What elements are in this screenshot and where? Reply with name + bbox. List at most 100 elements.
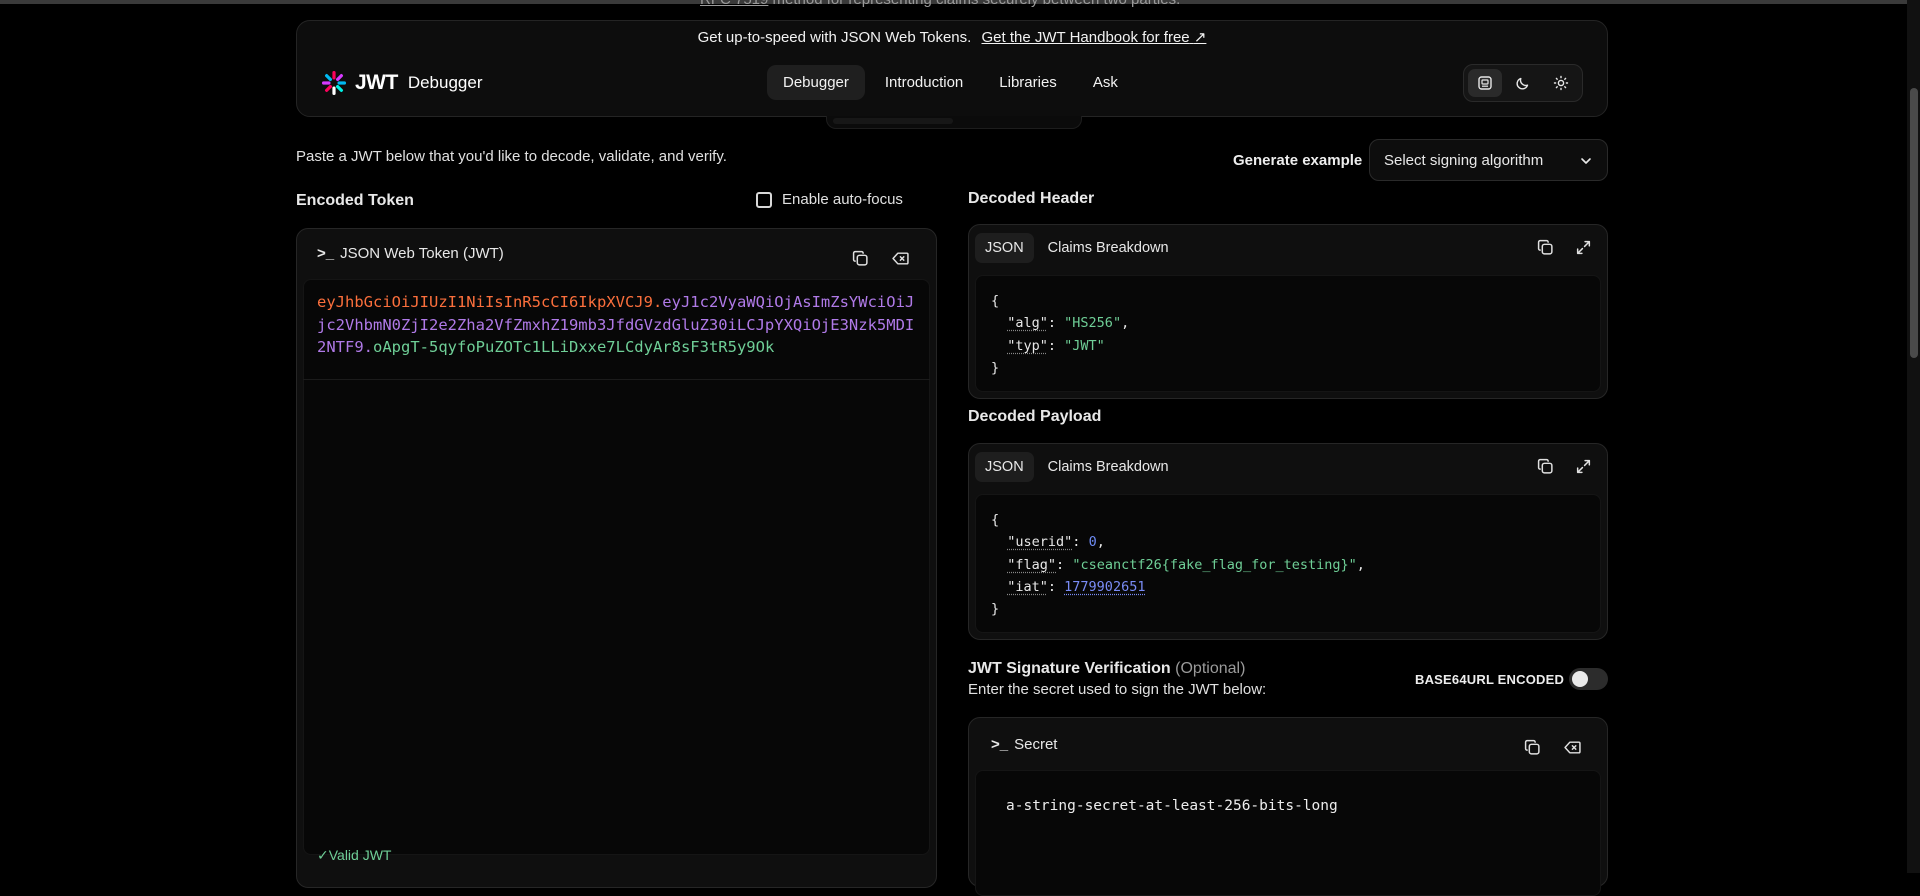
json-separator: : (1047, 578, 1065, 595)
secret-input[interactable]: a-string-secret-at-least-256-bits-long (975, 770, 1601, 896)
json-value: 0 (1088, 534, 1097, 551)
decoded-header-json: { "alg": "HS256", "typ": "JWT" } (975, 275, 1601, 392)
token-header-segment: eyJhbGciOiJIUzI1NiIsInR5cCI6IkpXVCJ9 (317, 293, 653, 311)
json-key: "iat" (1007, 578, 1048, 595)
jwt-panel-header: >_ JSON Web Token (JWT) (297, 229, 936, 279)
token-dot: . (363, 338, 374, 356)
terminal-icon: >_ (317, 245, 335, 262)
base64url-toggle[interactable] (1569, 668, 1608, 690)
copy-icon (1524, 739, 1540, 755)
promo-text: Get up-to-speed with JSON Web Tokens. (697, 29, 972, 46)
chevron-down-icon (1581, 158, 1591, 164)
expand-payload-button[interactable] (1573, 456, 1593, 476)
moon-icon (1516, 77, 1529, 90)
logo-wordmark: JWT (355, 71, 398, 94)
encoded-token-title: Encoded Token (296, 192, 414, 209)
copy-icon (1537, 239, 1553, 255)
signing-algorithm-select[interactable]: Select signing algorithm (1369, 139, 1608, 181)
light-theme-button[interactable] (1544, 69, 1578, 97)
check-icon: ✓ (317, 847, 329, 863)
decoded-payload-title: Decoded Payload (968, 408, 1102, 425)
jwt-textarea[interactable]: eyJhbGciOiJIUzI1NiIsInR5cCI6IkpXVCJ9.eyJ… (303, 279, 930, 855)
nav-ask[interactable]: Ask (1077, 65, 1134, 100)
handbook-link[interactable]: Get the JWT Handbook for free ↗ (982, 29, 1207, 46)
secret-value: a-string-secret-at-least-256-bits-long (1006, 798, 1338, 814)
jwt-token-text: eyJhbGciOiJIUzI1NiIsInR5cCI6IkpXVCJ9.eyJ… (317, 291, 917, 359)
signing-algorithm-placeholder: Select signing algorithm (1384, 152, 1544, 169)
copy-icon (1537, 458, 1553, 474)
logo[interactable]: JWT Debugger (321, 69, 483, 97)
json-separator: : (1072, 534, 1089, 551)
logo-title: Debugger (407, 73, 483, 92)
token-signature-segment: oApgT-5qyfoPuZOTc1LLiDxxe7LCdyAr8sF3tR5y… (373, 338, 775, 356)
tab-json[interactable]: JSON (975, 233, 1034, 263)
autofocus-option[interactable]: Enable auto-focus (756, 191, 903, 208)
nav-introduction[interactable]: Introduction (869, 65, 979, 100)
rfc-link[interactable]: RFC 7519 (700, 0, 768, 8)
secret-panel-title: >_ Secret (991, 736, 1057, 753)
jwt-status: ✓Valid JWT (317, 847, 391, 893)
expand-icon (1576, 459, 1590, 473)
json-separator: : (1047, 315, 1065, 332)
nav-debugger[interactable]: Debugger (767, 65, 865, 100)
json-value: "JWT" (1064, 337, 1105, 354)
copy-header-button[interactable] (1535, 237, 1555, 257)
iat-timestamp-value[interactable]: 1779902651 (1064, 579, 1145, 595)
json-key: "flag" (1007, 556, 1057, 573)
tab-claims-breakdown[interactable]: Claims Breakdown (1038, 233, 1179, 263)
copy-secret-button[interactable] (1522, 737, 1542, 757)
json-key: "userid" (1007, 534, 1073, 551)
json-key: "alg" (1007, 315, 1048, 332)
promo-banner: Get up-to-speed with JSON Web Tokens. Ge… (297, 28, 1607, 46)
page-scrollbar[interactable] (1907, 0, 1920, 873)
expand-header-button[interactable] (1573, 237, 1593, 257)
backspace-icon (891, 251, 909, 265)
decoded-payload-json: { "userid": 0, "flag": "cseanctf26{fake_… (975, 494, 1601, 633)
system-theme-button[interactable] (1468, 69, 1502, 97)
scrollbar-thumb[interactable] (1910, 88, 1918, 358)
monitor-icon (1478, 76, 1492, 90)
tab-claims-breakdown[interactable]: Claims Breakdown (1038, 452, 1179, 482)
toggle-knob (1572, 671, 1588, 687)
payload-json-code: { "userid": 0, "flag": "cseanctf26{fake_… (991, 509, 1365, 620)
copy-token-button[interactable] (850, 248, 870, 268)
autofocus-label: Enable auto-focus (782, 191, 903, 208)
copy-payload-button[interactable] (1535, 456, 1555, 476)
json-close-brace: } (991, 601, 1000, 618)
secret-panel-label: Secret (1014, 736, 1058, 753)
expand-icon (1576, 240, 1590, 254)
header-tab-ghost-pill (833, 118, 953, 124)
dark-theme-button[interactable] (1506, 69, 1540, 97)
decoded-payload-panel: JSON Claims Breakdown { "userid": 0, "fl… (968, 443, 1608, 640)
clear-secret-button[interactable] (1562, 737, 1582, 757)
theme-switcher (1463, 64, 1583, 102)
signature-title-text: JWT Signature Verification (968, 660, 1171, 677)
copy-icon (852, 250, 868, 266)
decoded-payload-tabs: JSON Claims Breakdown (975, 452, 1179, 482)
signature-subtitle: Enter the secret used to sign the JWT be… (968, 681, 1267, 698)
terminal-icon: >_ (991, 736, 1009, 753)
json-separator: : (1047, 337, 1065, 354)
tab-json[interactable]: JSON (975, 452, 1034, 482)
json-close-brace: } (991, 359, 1000, 376)
jwt-panel-label: JSON Web Token (JWT) (340, 245, 504, 262)
json-value: "cseanctf26{fake_flag_for_testing}" (1072, 556, 1357, 573)
autofocus-checkbox[interactable] (756, 191, 772, 208)
jwt-logo-icon (322, 71, 346, 95)
handbook-link-label: Get the JWT Handbook for free (981, 29, 1190, 46)
header-json-code: { "alg": "HS256", "typ": "JWT" } (991, 290, 1129, 379)
intro-strip-rest: method for representing claims securely … (773, 0, 1181, 8)
decoded-header-panel: JSON Claims Breakdown { "alg": "HS256", … (968, 224, 1608, 399)
intro-strip-text: RFC 7519 method for representing claims … (700, 0, 1180, 8)
jwt-divider (303, 379, 930, 380)
sun-icon (1553, 75, 1569, 91)
json-separator: : (1056, 556, 1073, 573)
nav-libraries[interactable]: Libraries (983, 65, 1073, 100)
clear-token-button[interactable] (890, 248, 910, 268)
json-comma: , (1096, 534, 1105, 551)
decoded-header-tabs: JSON Claims Breakdown (975, 233, 1179, 263)
token-dot: . (652, 293, 663, 311)
jwt-input-panel: >_ JSON Web Token (JWT) eyJhbGciOiJIUzI1… (296, 228, 937, 888)
header-tab-ghost (826, 116, 1082, 129)
main-nav: Debugger Introduction Libraries Ask (767, 65, 1134, 100)
